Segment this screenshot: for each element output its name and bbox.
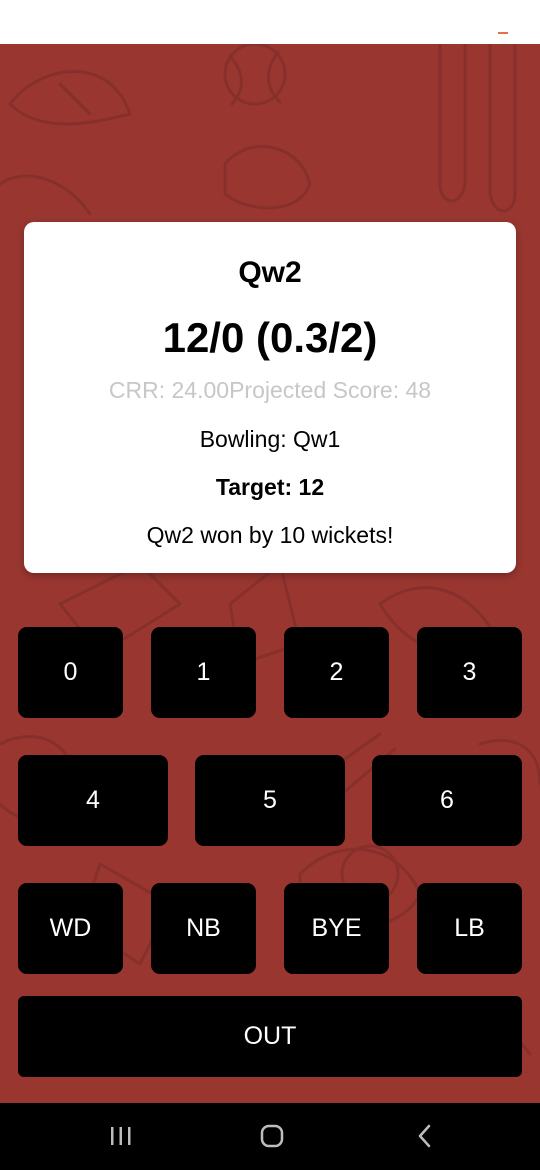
batting-team-name: Qw2 (238, 256, 302, 289)
run-6-button[interactable]: 6 (372, 755, 522, 846)
run-4-button[interactable]: 4 (18, 755, 168, 846)
menu-icon[interactable] (498, 32, 508, 34)
run-3-button[interactable]: 3 (417, 627, 522, 718)
run-rate-projection: CRR: 24.00Projected Score: 48 (108, 377, 432, 403)
match-result: Qw2 won by 10 wickets! (146, 522, 394, 548)
run-1-button[interactable]: 1 (151, 627, 256, 718)
run-0-button[interactable]: 0 (18, 627, 123, 718)
recent-apps-icon[interactable] (108, 1121, 134, 1156)
system-navigation-bar (0, 1103, 540, 1170)
scorecard-panel: Qw2 12/0 (0.3/2) CRR: 24.00Projected Sco… (24, 222, 516, 573)
bye-button[interactable]: BYE (284, 883, 389, 974)
app-top-bar (0, 0, 540, 44)
bowling-team: Bowling: Qw1 (199, 426, 341, 452)
wide-button[interactable]: WD (18, 883, 123, 974)
run-5-button[interactable]: 5 (195, 755, 345, 846)
leg-bye-button[interactable]: LB (417, 883, 522, 974)
home-icon[interactable] (257, 1121, 287, 1156)
target-score: Target: 12 (215, 474, 325, 500)
score-summary: 12/0 (0.3/2) (162, 314, 378, 361)
back-icon[interactable] (412, 1121, 438, 1156)
no-ball-button[interactable]: NB (151, 883, 256, 974)
run-2-button[interactable]: 2 (284, 627, 389, 718)
out-button[interactable]: OUT (18, 996, 522, 1077)
